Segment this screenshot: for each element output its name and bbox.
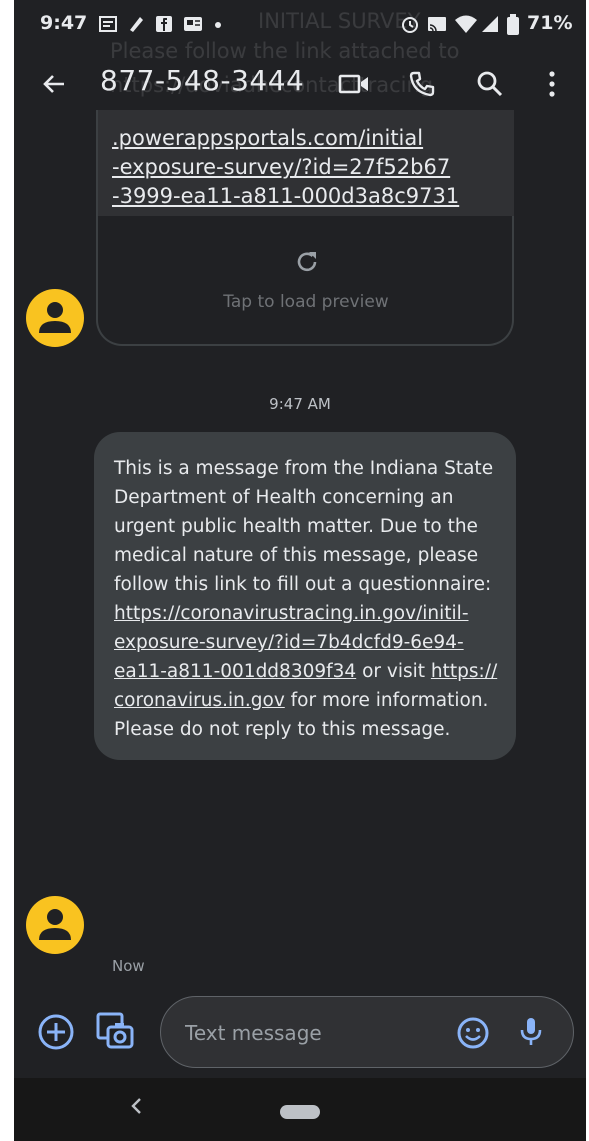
more-vert-icon <box>549 71 555 97</box>
add-circle-icon <box>38 1014 74 1050</box>
add-attachment-button[interactable] <box>36 1012 76 1052</box>
compose-field[interactable] <box>160 996 574 1068</box>
person-icon <box>39 302 71 333</box>
message-link-area: .powerappsportals.com/initial -exposure-… <box>98 110 514 216</box>
more-options-button[interactable] <box>530 62 574 106</box>
sender-avatar[interactable] <box>26 896 84 954</box>
survey-link-previous[interactable]: .powerappsportals.com/initial -exposure-… <box>112 124 459 211</box>
message-bubble-previous: .powerappsportals.com/initial -exposure-… <box>96 110 514 346</box>
coronavirus-site-link[interactable]: https:// <box>431 661 497 682</box>
sender-avatar[interactable] <box>26 289 84 347</box>
back-button[interactable] <box>32 62 76 106</box>
message-bubble[interactable]: This is a message from the Indiana State… <box>94 432 516 760</box>
tracing-link-cont[interactable]: exposure-survey/?id=7b4dcfd9-6e94- <box>114 632 464 653</box>
emoji-icon <box>457 1017 489 1049</box>
emoji-button[interactable] <box>455 1015 491 1051</box>
video-camera-icon <box>338 74 368 94</box>
video-call-button[interactable] <box>332 62 376 106</box>
person-icon <box>39 909 71 940</box>
refresh-icon[interactable] <box>293 248 321 276</box>
phone-screen: 9:47 71% INITIAL SURVEY Please follow th… <box>14 0 586 1141</box>
chevron-left-icon <box>131 1098 141 1114</box>
gallery-camera-icon <box>96 1012 134 1049</box>
phone-icon <box>409 71 435 97</box>
contact-number[interactable]: 877-548-3444 <box>100 64 304 97</box>
battery-percentage: 71% <box>527 12 573 34</box>
voice-input-button[interactable] <box>513 1013 549 1049</box>
status-time: 9:47 <box>40 12 88 34</box>
gallery-button[interactable] <box>94 1010 138 1054</box>
message-text: This is a message from the Indiana State… <box>114 458 498 740</box>
load-preview-label[interactable]: Tap to load preview <box>98 292 514 312</box>
nav-back-button[interactable] <box>128 1094 144 1124</box>
message-timestamp: 9:47 AM <box>269 395 331 413</box>
search-icon <box>477 71 503 97</box>
nav-home-pill[interactable] <box>280 1105 320 1119</box>
system-navigation-bar <box>14 1078 586 1141</box>
search-button[interactable] <box>468 62 512 106</box>
message-input[interactable] <box>183 1017 447 1049</box>
coronavirus-site-link-cont[interactable]: coronavirus.in.gov <box>114 690 285 711</box>
arrow-back-icon <box>43 75 64 93</box>
call-button[interactable] <box>400 62 444 106</box>
message-status-now: Now <box>112 957 145 975</box>
tracing-link[interactable]: https://coronavirustracing.in.gov/initil… <box>114 603 469 624</box>
microphone-icon <box>520 1018 542 1045</box>
tracing-link-end[interactable]: ea11-a811-001dd8309f34 <box>114 661 356 682</box>
